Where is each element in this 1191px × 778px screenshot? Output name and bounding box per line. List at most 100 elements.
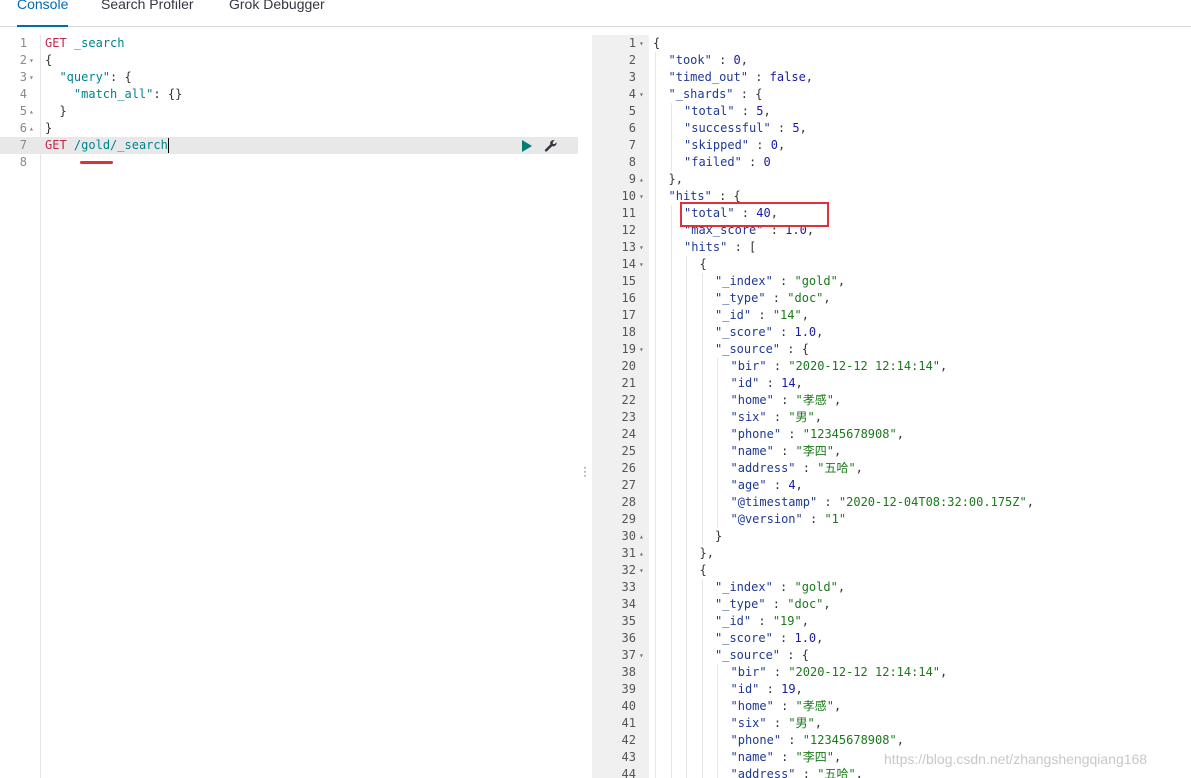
indent-guide [655,545,656,562]
line-number: 21 [621,376,636,390]
indent-guide [686,630,687,647]
json-token: : [766,716,789,730]
line-number: 16 [621,291,636,305]
indent-guide [686,392,687,409]
code-line[interactable]: "match_all": {} [45,86,182,103]
json-token: "id" [730,682,760,696]
request-editor[interactable]: 1 GET _search 2 ▾ {3 ▾ "query": {4 "match_all… [0,35,578,778]
indent-guide [701,273,703,290]
code-line[interactable]: { [45,52,52,69]
fold-toggle-icon[interactable]: ▴ [29,103,34,120]
json-token: : [734,104,757,118]
json-token: "男" [788,716,815,730]
fold-toggle-icon[interactable]: ▾ [29,69,34,86]
json-token: "_score" [715,631,773,645]
line-number: 35 [621,614,636,628]
indent-guide [701,443,703,460]
code-line[interactable]: "query": { [45,69,131,86]
json-token: "孝感" [795,393,834,407]
indent-guide [717,409,718,426]
code-token: _search [73,36,125,50]
json-token: , [816,325,824,339]
code-token: { [45,53,53,67]
play-icon[interactable] [521,139,533,153]
fold-toggle-icon[interactable]: ▴ [639,528,644,545]
line-number: 41 [621,716,636,730]
json-token: : [766,478,789,492]
indent-guide [701,392,703,409]
output-line: "_index" : "gold", [715,579,845,596]
indent-guide [686,698,687,715]
json-token: , [940,359,948,373]
fold-toggle-icon[interactable]: ▾ [639,256,644,273]
indent-guide [655,511,656,528]
tab-console[interactable]: Console [17,0,69,27]
fold-toggle-icon[interactable]: ▴ [639,171,644,188]
output-line: "_id" : "14", [715,307,809,324]
resize-handle-icon[interactable]: · · · [580,461,590,481]
code-line[interactable]: GET _search [45,35,125,52]
output-line: "six" : "男", [731,409,823,426]
output-line: "failed" : 0 [684,154,771,171]
json-token: "12345678908" [802,733,897,747]
json-token: 0 [733,53,741,67]
indent-guide [717,494,718,511]
output-line: "six" : "男", [731,715,823,732]
line-number: 39 [621,682,636,696]
indent-guide [670,290,672,307]
json-token: , [896,427,904,441]
json-token: }, [668,172,683,186]
json-token: : [772,325,795,339]
indent-guide [670,205,672,222]
output-line: "total" : 5, [684,103,771,120]
fold-toggle-icon[interactable]: ▴ [639,545,644,562]
json-token: , [814,716,822,730]
fold-toggle-icon[interactable]: ▾ [639,35,644,52]
json-token: "14" [772,308,802,322]
fold-toggle-icon[interactable]: ▾ [639,86,644,103]
line-number: 32 [621,563,636,577]
wrench-icon[interactable] [544,139,558,153]
fold-toggle-icon[interactable]: ▾ [639,647,644,664]
json-token: "五哈" [817,461,856,475]
json-token: "hits" [668,189,712,203]
line-number: 26 [621,461,636,475]
code-line[interactable]: } [45,103,66,120]
indent-guide [686,766,687,778]
json-token: "_score" [715,325,773,339]
tab-search-profiler[interactable]: Search Profiler [101,0,194,27]
json-token: "name" [730,444,774,458]
fold-toggle-icon[interactable]: ▾ [639,341,644,358]
line-number: 30 [621,529,636,543]
code-line[interactable]: } [45,120,52,137]
fold-toggle-icon[interactable]: ▴ [29,120,34,137]
tab-grok-debugger[interactable]: Grok Debugger [229,0,325,27]
output-line: "timed_out" : false, [669,69,814,86]
json-token: "_shards" [668,87,734,101]
indent-guide [655,222,656,239]
indent-guide [670,715,672,732]
line-number: 10 [621,189,636,203]
json-token: "_type" [715,291,766,305]
fold-toggle-icon[interactable]: ▾ [639,562,644,579]
indent-guide [655,732,656,749]
line-number: 29 [621,512,636,526]
fold-toggle-icon[interactable]: ▾ [639,188,644,205]
indent-guide [655,630,656,647]
json-token: : [781,427,803,441]
indent-guide [717,664,718,681]
json-token: "2020-12-12 12:14:14" [788,665,941,679]
json-token: "six" [730,410,767,424]
pane-resizer[interactable] [578,35,592,778]
code-line[interactable]: GET /gold/_search [45,137,169,154]
fold-toggle-icon[interactable]: ▾ [29,52,34,69]
json-token: : [747,70,770,84]
indent-guide [701,749,703,766]
output-line: "skipped" : 0, [684,137,785,154]
fold-toggle-icon[interactable]: ▾ [639,239,644,256]
json-token: "2020-12-12 12:14:14" [788,359,941,373]
json-token: , [834,393,842,407]
output-line: "home" : "孝感", [731,698,842,715]
line-number: 43 [621,750,636,764]
